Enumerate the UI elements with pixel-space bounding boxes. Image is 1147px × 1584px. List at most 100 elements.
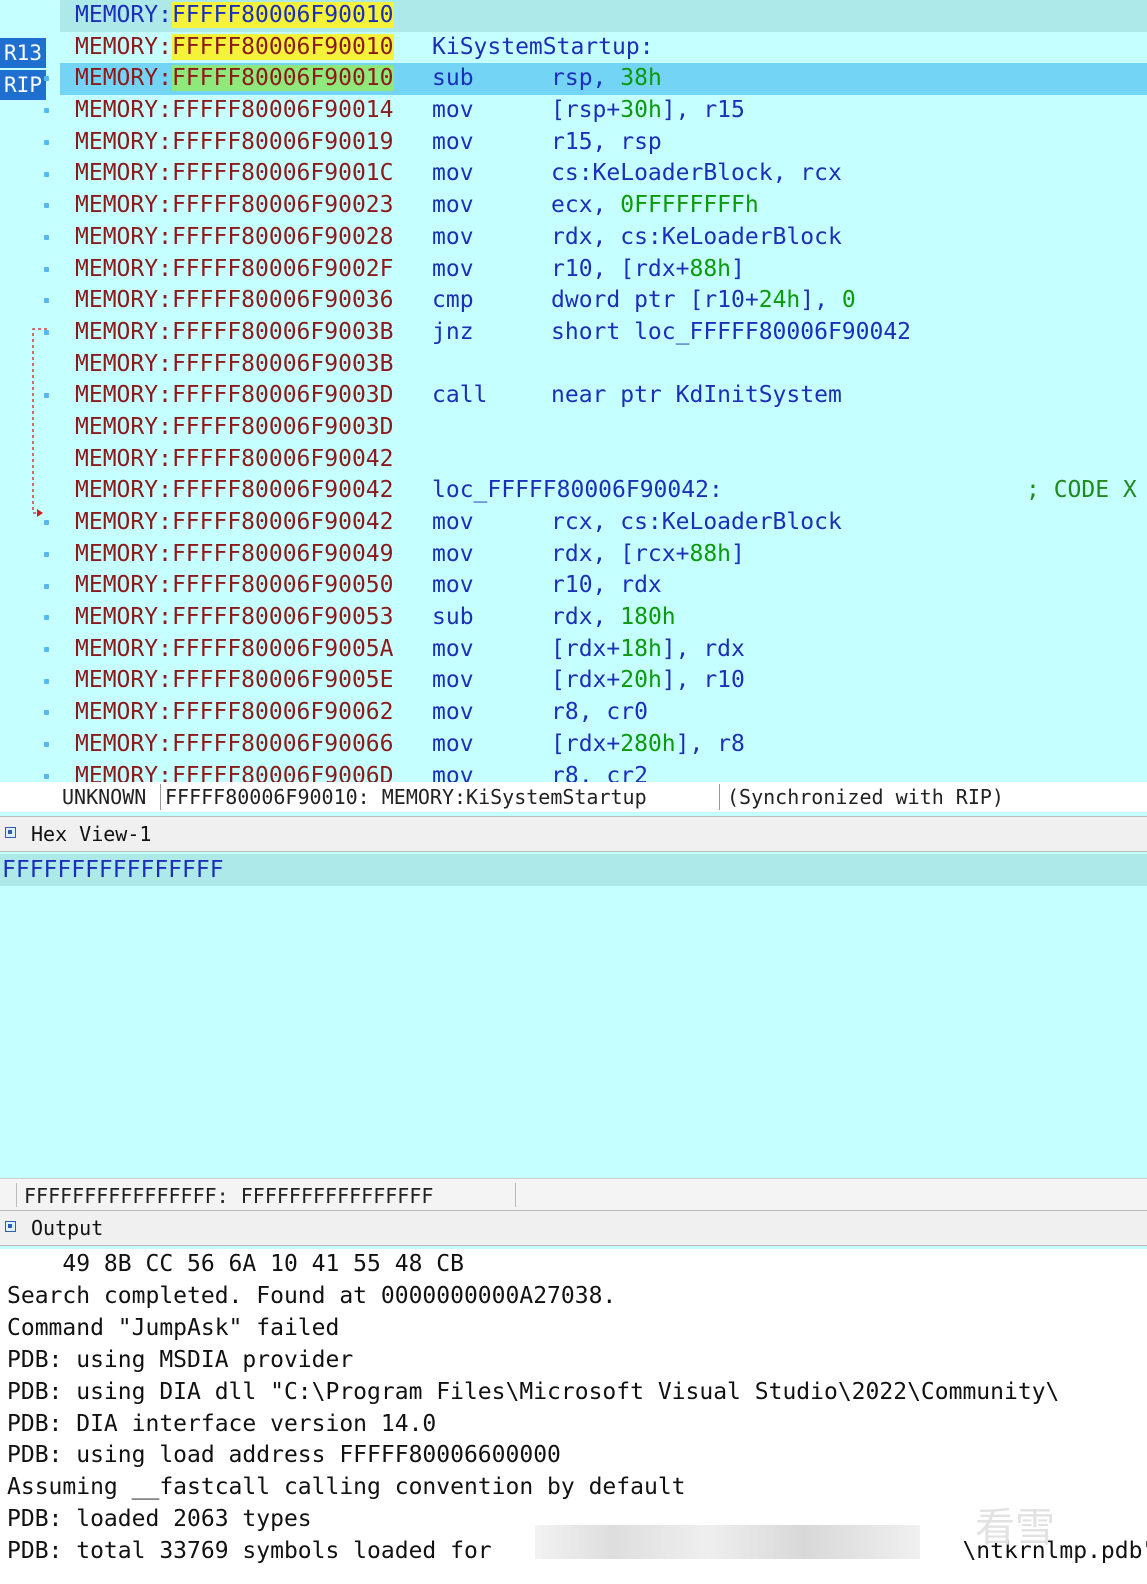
breakpoint-dot[interactable] <box>44 615 49 621</box>
disasm-line[interactable]: MEMORY:FFFFF80006F9005E mov [rdx+20h], r10 <box>60 665 1147 697</box>
operands[interactable]: r10, [rdx+88h] <box>551 254 745 286</box>
operands[interactable]: r8, cr0 <box>551 697 648 729</box>
disasm-line[interactable]: MEMORY:FFFFF80006F90028 mov rdx, cs:KeLoad… <box>60 222 1147 254</box>
disasm-line[interactable]: MEMORY:FFFFF80006F9003D <box>60 412 1147 444</box>
operands[interactable]: rdx, cs:KeLoaderBlock <box>551 222 842 254</box>
breakpoint-dot[interactable] <box>44 678 49 684</box>
mnemonic[interactable]: mov <box>432 158 474 190</box>
mnemonic[interactable]: mov <box>432 697 474 729</box>
disasm-line[interactable]: MEMORY:FFFFF80006F90050 mov r10, rdx <box>60 570 1147 602</box>
mnemonic[interactable]: mov <box>432 507 474 539</box>
operands[interactable]: rsp, 38h <box>551 63 662 95</box>
line-address[interactable]: MEMORY:FFFFF80006F90014 <box>75 95 394 127</box>
disasm-line[interactable]: MEMORY:FFFFF80006F90014 mov [rsp+30h], r15 <box>60 95 1147 127</box>
disasm-line[interactable]: MEMORY:FFFFF80006F90066 mov [rdx+280h], r8 <box>60 729 1147 761</box>
line-address[interactable]: MEMORY:FFFFF80006F90010 <box>75 0 394 32</box>
line-address[interactable]: MEMORY:FFFFF80006F90042 <box>75 475 394 507</box>
disasm-line[interactable]: MEMORY:FFFFF80006F90010 sub rsp, 38h <box>60 63 1147 96</box>
mnemonic[interactable]: cmp <box>432 285 474 317</box>
line-address[interactable]: MEMORY:FFFFF80006F9005E <box>75 665 394 697</box>
mnemonic[interactable]: mov <box>432 222 474 254</box>
line-address[interactable]: MEMORY:FFFFF80006F9003B <box>75 349 394 381</box>
mnemonic[interactable]: sub <box>432 602 474 634</box>
mnemonic[interactable]: mov <box>432 539 474 571</box>
disasm-line[interactable]: MEMORY:FFFFF80006F90049 mov rdx, [rcx+88h] <box>60 539 1147 571</box>
breakpoint-dot[interactable] <box>44 298 49 304</box>
operands[interactable]: r15, rsp <box>551 127 662 159</box>
line-address[interactable]: MEMORY:FFFFF80006F90050 <box>75 570 394 602</box>
breakpoint-dot[interactable] <box>44 551 49 557</box>
breakpoint-dot[interactable] <box>44 171 49 177</box>
disasm-line[interactable]: MEMORY:FFFFF80006F90023 mov ecx, 0FFFFFFFF… <box>60 190 1147 222</box>
mnemonic[interactable]: mov <box>432 634 474 666</box>
mnemonic[interactable]: mov <box>432 729 474 761</box>
breakpoint-dot[interactable] <box>44 203 49 209</box>
line-address[interactable]: MEMORY:FFFFF80006F9006D <box>75 761 394 783</box>
disasm-line[interactable]: MEMORY:FFFFF80006F90010 KiSystemStartup: <box>60 32 1147 64</box>
breakpoint-dot[interactable] <box>44 647 49 652</box>
breakpoint-dot[interactable] <box>44 330 49 335</box>
mnemonic[interactable]: mov <box>432 95 474 127</box>
disasm-line[interactable]: MEMORY:FFFFF80006F9001C mov cs:KeLoaderBlo… <box>60 158 1147 190</box>
operands[interactable]: [rsp+30h], r15 <box>551 95 745 127</box>
disasm-line[interactable]: MEMORY:FFFFF80006F90010 <box>60 0 1147 32</box>
line-address[interactable]: MEMORY:FFFFF80006F9002F <box>75 254 394 286</box>
code-label[interactable]: loc_FFFFF80006F90042: <box>432 475 723 507</box>
breakpoint-dot[interactable] <box>44 266 49 272</box>
breakpoint-dot[interactable] <box>44 393 49 399</box>
mnemonic[interactable]: mov <box>432 761 474 783</box>
disasm-line[interactable]: MEMORY:FFFFF80006F90042 loc_FFFFF80006F90… <box>60 475 1147 507</box>
disasm-line[interactable]: MEMORY:FFFFF80006F9003B jnz short loc_FFFF… <box>60 317 1147 349</box>
operands[interactable]: cs:KeLoaderBlock, rcx <box>551 158 842 190</box>
operands[interactable]: [rdx+280h], r8 <box>551 729 745 761</box>
breakpoint-dot[interactable] <box>44 520 49 526</box>
line-address[interactable]: MEMORY:FFFFF80006F9003D <box>75 380 394 412</box>
breakpoint-dot[interactable] <box>44 234 49 240</box>
line-address[interactable]: MEMORY:FFFFF80006F9001C <box>75 158 394 190</box>
code-label[interactable]: KiSystemStartup: <box>432 32 654 64</box>
line-address[interactable]: MEMORY:FFFFF80006F90066 <box>75 729 394 761</box>
breakpoint-dot[interactable] <box>44 108 49 114</box>
mnemonic[interactable]: mov <box>432 190 474 222</box>
line-address[interactable]: MEMORY:FFFFF80006F90062 <box>75 697 394 729</box>
operands[interactable]: near ptr KdInitSystem <box>551 380 842 412</box>
operands[interactable]: short loc_FFFFF80006F90042 <box>551 317 911 349</box>
line-address[interactable]: MEMORY:FFFFF80006F90049 <box>75 539 394 571</box>
breakpoint-dot[interactable] <box>44 583 49 589</box>
output-header[interactable]: Output <box>0 1210 1147 1246</box>
disasm-line[interactable]: MEMORY:FFFFF80006F9003D call near ptr KdIn… <box>60 380 1147 412</box>
operands[interactable]: ecx, 0FFFFFFFFh <box>551 190 759 222</box>
disasm-line[interactable]: MEMORY:FFFFF80006F90036 cmp dword ptr [r10… <box>60 285 1147 317</box>
line-address[interactable]: MEMORY:FFFFF80006F9003B <box>75 317 394 349</box>
operands[interactable]: dword ptr [r10+24h], 0 <box>551 285 856 317</box>
mnemonic[interactable]: mov <box>432 127 474 159</box>
xref-comment[interactable]: ; CODE X <box>1026 475 1137 507</box>
mnemonic[interactable]: mov <box>432 665 474 697</box>
disasm-line[interactable]: MEMORY:FFFFF80006F90042 mov rcx, cs:KeLoad… <box>60 507 1147 539</box>
operands[interactable]: rdx, [rcx+88h] <box>551 539 745 571</box>
breakpoint-dot[interactable] <box>44 76 49 82</box>
operands[interactable]: [rdx+18h], rdx <box>551 634 745 666</box>
mnemonic[interactable]: mov <box>432 570 474 602</box>
operands[interactable]: rdx, 180h <box>551 602 676 634</box>
line-address[interactable]: MEMORY:FFFFF80006F9003D <box>75 412 394 444</box>
line-address[interactable]: MEMORY:FFFFF80006F90042 <box>75 507 394 539</box>
disasm-line[interactable]: MEMORY:FFFFF80006F9002F mov r10, [rdx+88h] <box>60 254 1147 286</box>
disasm-line[interactable]: MEMORY:FFFFF80006F9005A mov [rdx+18h], rdx <box>60 634 1147 666</box>
mnemonic[interactable]: jnz <box>432 317 474 349</box>
operands[interactable]: r10, rdx <box>551 570 662 602</box>
line-address[interactable]: MEMORY:FFFFF80006F90010 <box>75 32 394 64</box>
mnemonic[interactable]: call <box>432 380 487 412</box>
operands[interactable]: r8, cr2 <box>551 761 648 783</box>
mnemonic[interactable]: mov <box>432 254 474 286</box>
line-address[interactable]: MEMORY:FFFFF80006F90023 <box>75 190 394 222</box>
hex-view[interactable]: FFFFFFFFFFFFFFFF <box>0 852 1147 1178</box>
line-address[interactable]: MEMORY:FFFFF80006F90053 <box>75 602 394 634</box>
line-address[interactable]: MEMORY:FFFFF80006F90028 <box>75 222 394 254</box>
breakpoint-dot[interactable] <box>44 773 49 779</box>
breakpoint-dot[interactable] <box>44 139 49 145</box>
mnemonic[interactable]: sub <box>432 63 474 95</box>
disasm-line[interactable]: MEMORY:FFFFF80006F9003B <box>60 349 1147 381</box>
operands[interactable]: [rdx+20h], r10 <box>551 665 745 697</box>
line-address[interactable]: MEMORY:FFFFF80006F90019 <box>75 127 394 159</box>
